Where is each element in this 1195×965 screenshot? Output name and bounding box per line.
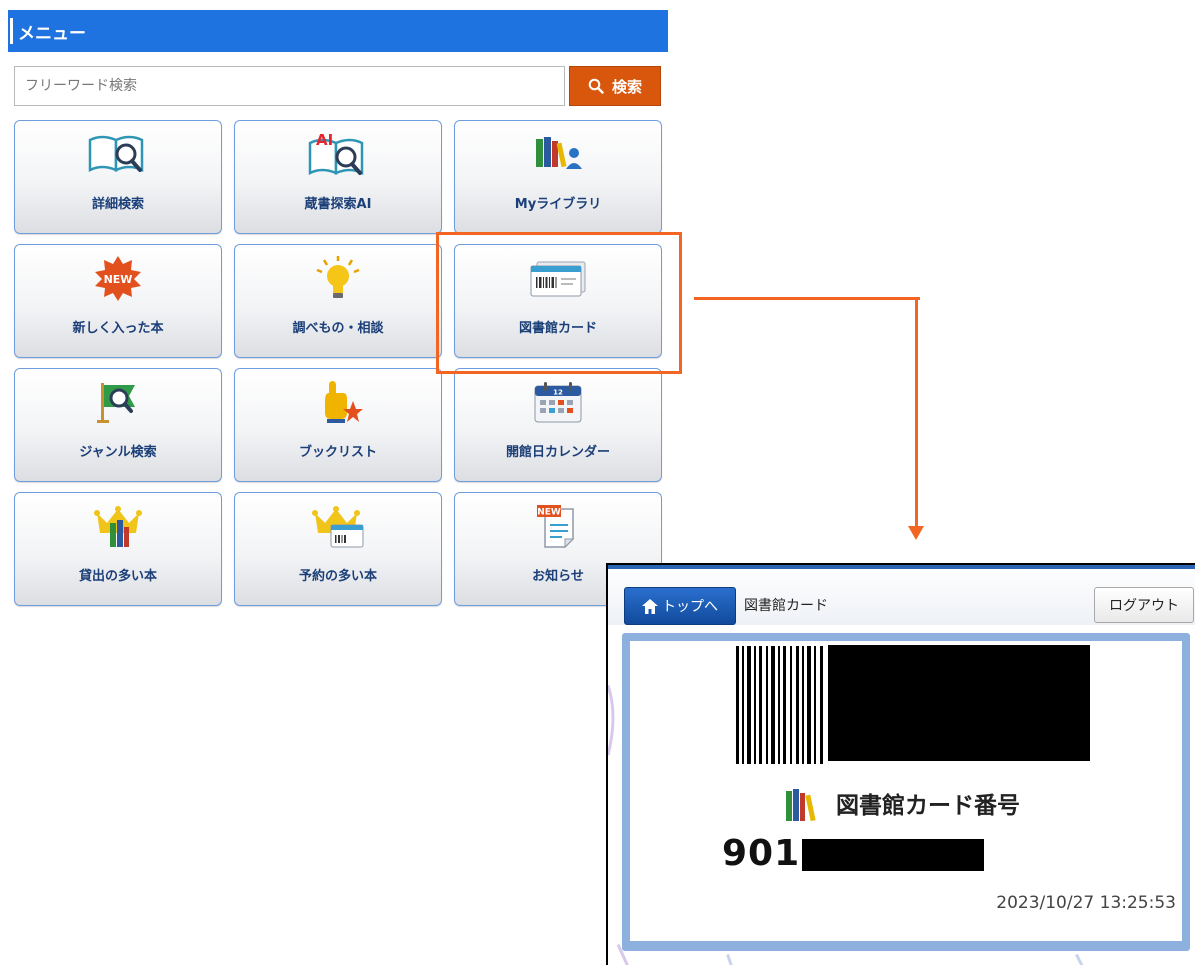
menu-header: メニュー	[8, 10, 668, 52]
tile-label: 開館日カレンダー	[505, 445, 610, 460]
books-icon	[786, 789, 816, 822]
top-button-label: トップへ	[662, 599, 718, 615]
logout-button[interactable]: ログアウト	[1094, 587, 1194, 623]
search-icon	[588, 78, 604, 94]
tile-label: 調べもの・相談	[292, 321, 384, 336]
callout-arrow-vertical	[915, 297, 918, 528]
tile-label: 新しく入った本	[72, 321, 164, 336]
redaction-card-number	[802, 839, 984, 871]
search-input[interactable]	[14, 66, 565, 106]
tile-popular-reservations[interactable]: 予約の多い本	[234, 492, 442, 606]
card-frame: 図書館カード番号 901 2023/10/27 13:25:53	[622, 633, 1190, 951]
timestamp: 2023/10/27 13:25:53	[996, 893, 1176, 913]
callout-arrow-head	[908, 526, 924, 540]
tile-label: 予約の多い本	[298, 569, 377, 584]
tile-ai-search[interactable]: AI 蔵書探索AI	[234, 120, 442, 234]
tile-label: Myライブラリ	[514, 197, 602, 212]
open-book-magnifier-icon	[88, 135, 144, 173]
new-document-icon: NEW	[537, 505, 575, 549]
tile-book-list[interactable]: ブックリスト	[234, 368, 442, 482]
tile-label: ブックリスト	[298, 445, 377, 460]
menu-title: メニュー	[18, 23, 86, 44]
books-user-icon	[536, 137, 582, 169]
search-button[interactable]: 検索	[569, 66, 661, 106]
lightbulb-icon	[316, 256, 360, 298]
pointing-hand-star-icon	[325, 381, 363, 423]
tile-calendar[interactable]: 12 開館日カレンダー	[454, 368, 662, 482]
calendar-icon: 12	[534, 382, 582, 423]
home-icon	[642, 598, 658, 614]
barcode	[736, 646, 823, 764]
tile-label: お知らせ	[532, 569, 584, 584]
card-number: 901	[722, 833, 801, 874]
tile-popular-loans[interactable]: 貸出の多い本	[14, 492, 222, 606]
card-screen-topbar: トップへ 図書館カード ログアウト	[608, 565, 1195, 625]
library-card-highlight	[436, 232, 682, 374]
tile-detail-search[interactable]: 詳細検索	[14, 120, 222, 234]
tile-label: 蔵書探索AI	[304, 197, 372, 212]
crown-card-icon	[312, 506, 364, 548]
tile-label: ジャンル検索	[79, 445, 157, 460]
tile-research[interactable]: 調べもの・相談	[234, 244, 442, 358]
top-button[interactable]: トップへ	[624, 587, 736, 625]
svg-text:AI: AI	[316, 131, 333, 149]
svg-text:12: 12	[553, 389, 563, 397]
svg-text:NEW: NEW	[537, 508, 561, 518]
svg-text:NEW: NEW	[104, 273, 133, 286]
flag-magnifier-icon	[97, 383, 135, 423]
ai-book-magnifier-icon: AI	[308, 131, 364, 176]
tile-label: 貸出の多い本	[78, 569, 157, 584]
tile-label: 詳細検索	[91, 197, 144, 212]
card-number-label-row: 図書館カード番号	[782, 783, 1020, 823]
crown-books-icon	[94, 506, 142, 547]
redaction-barcode	[828, 645, 1090, 761]
tile-my-library[interactable]: Myライブラリ	[454, 120, 662, 234]
tile-new-books[interactable]: NEW 新しく入った本	[14, 244, 222, 358]
library-card: 図書館カード番号 901 2023/10/27 13:25:53	[630, 641, 1182, 941]
new-badge-icon: NEW	[95, 256, 141, 301]
callout-arrow-horizontal	[694, 297, 920, 300]
search-button-label: 検索	[611, 77, 642, 96]
card-number-label: 図書館カード番号	[836, 793, 1020, 819]
library-card-screen: トップへ 図書館カード ログアウト 図書館カード番号 901 2023/10/2…	[606, 563, 1195, 965]
card-screen-title: 図書館カード	[744, 598, 828, 614]
tile-genre-search[interactable]: ジャンル検索	[14, 368, 222, 482]
